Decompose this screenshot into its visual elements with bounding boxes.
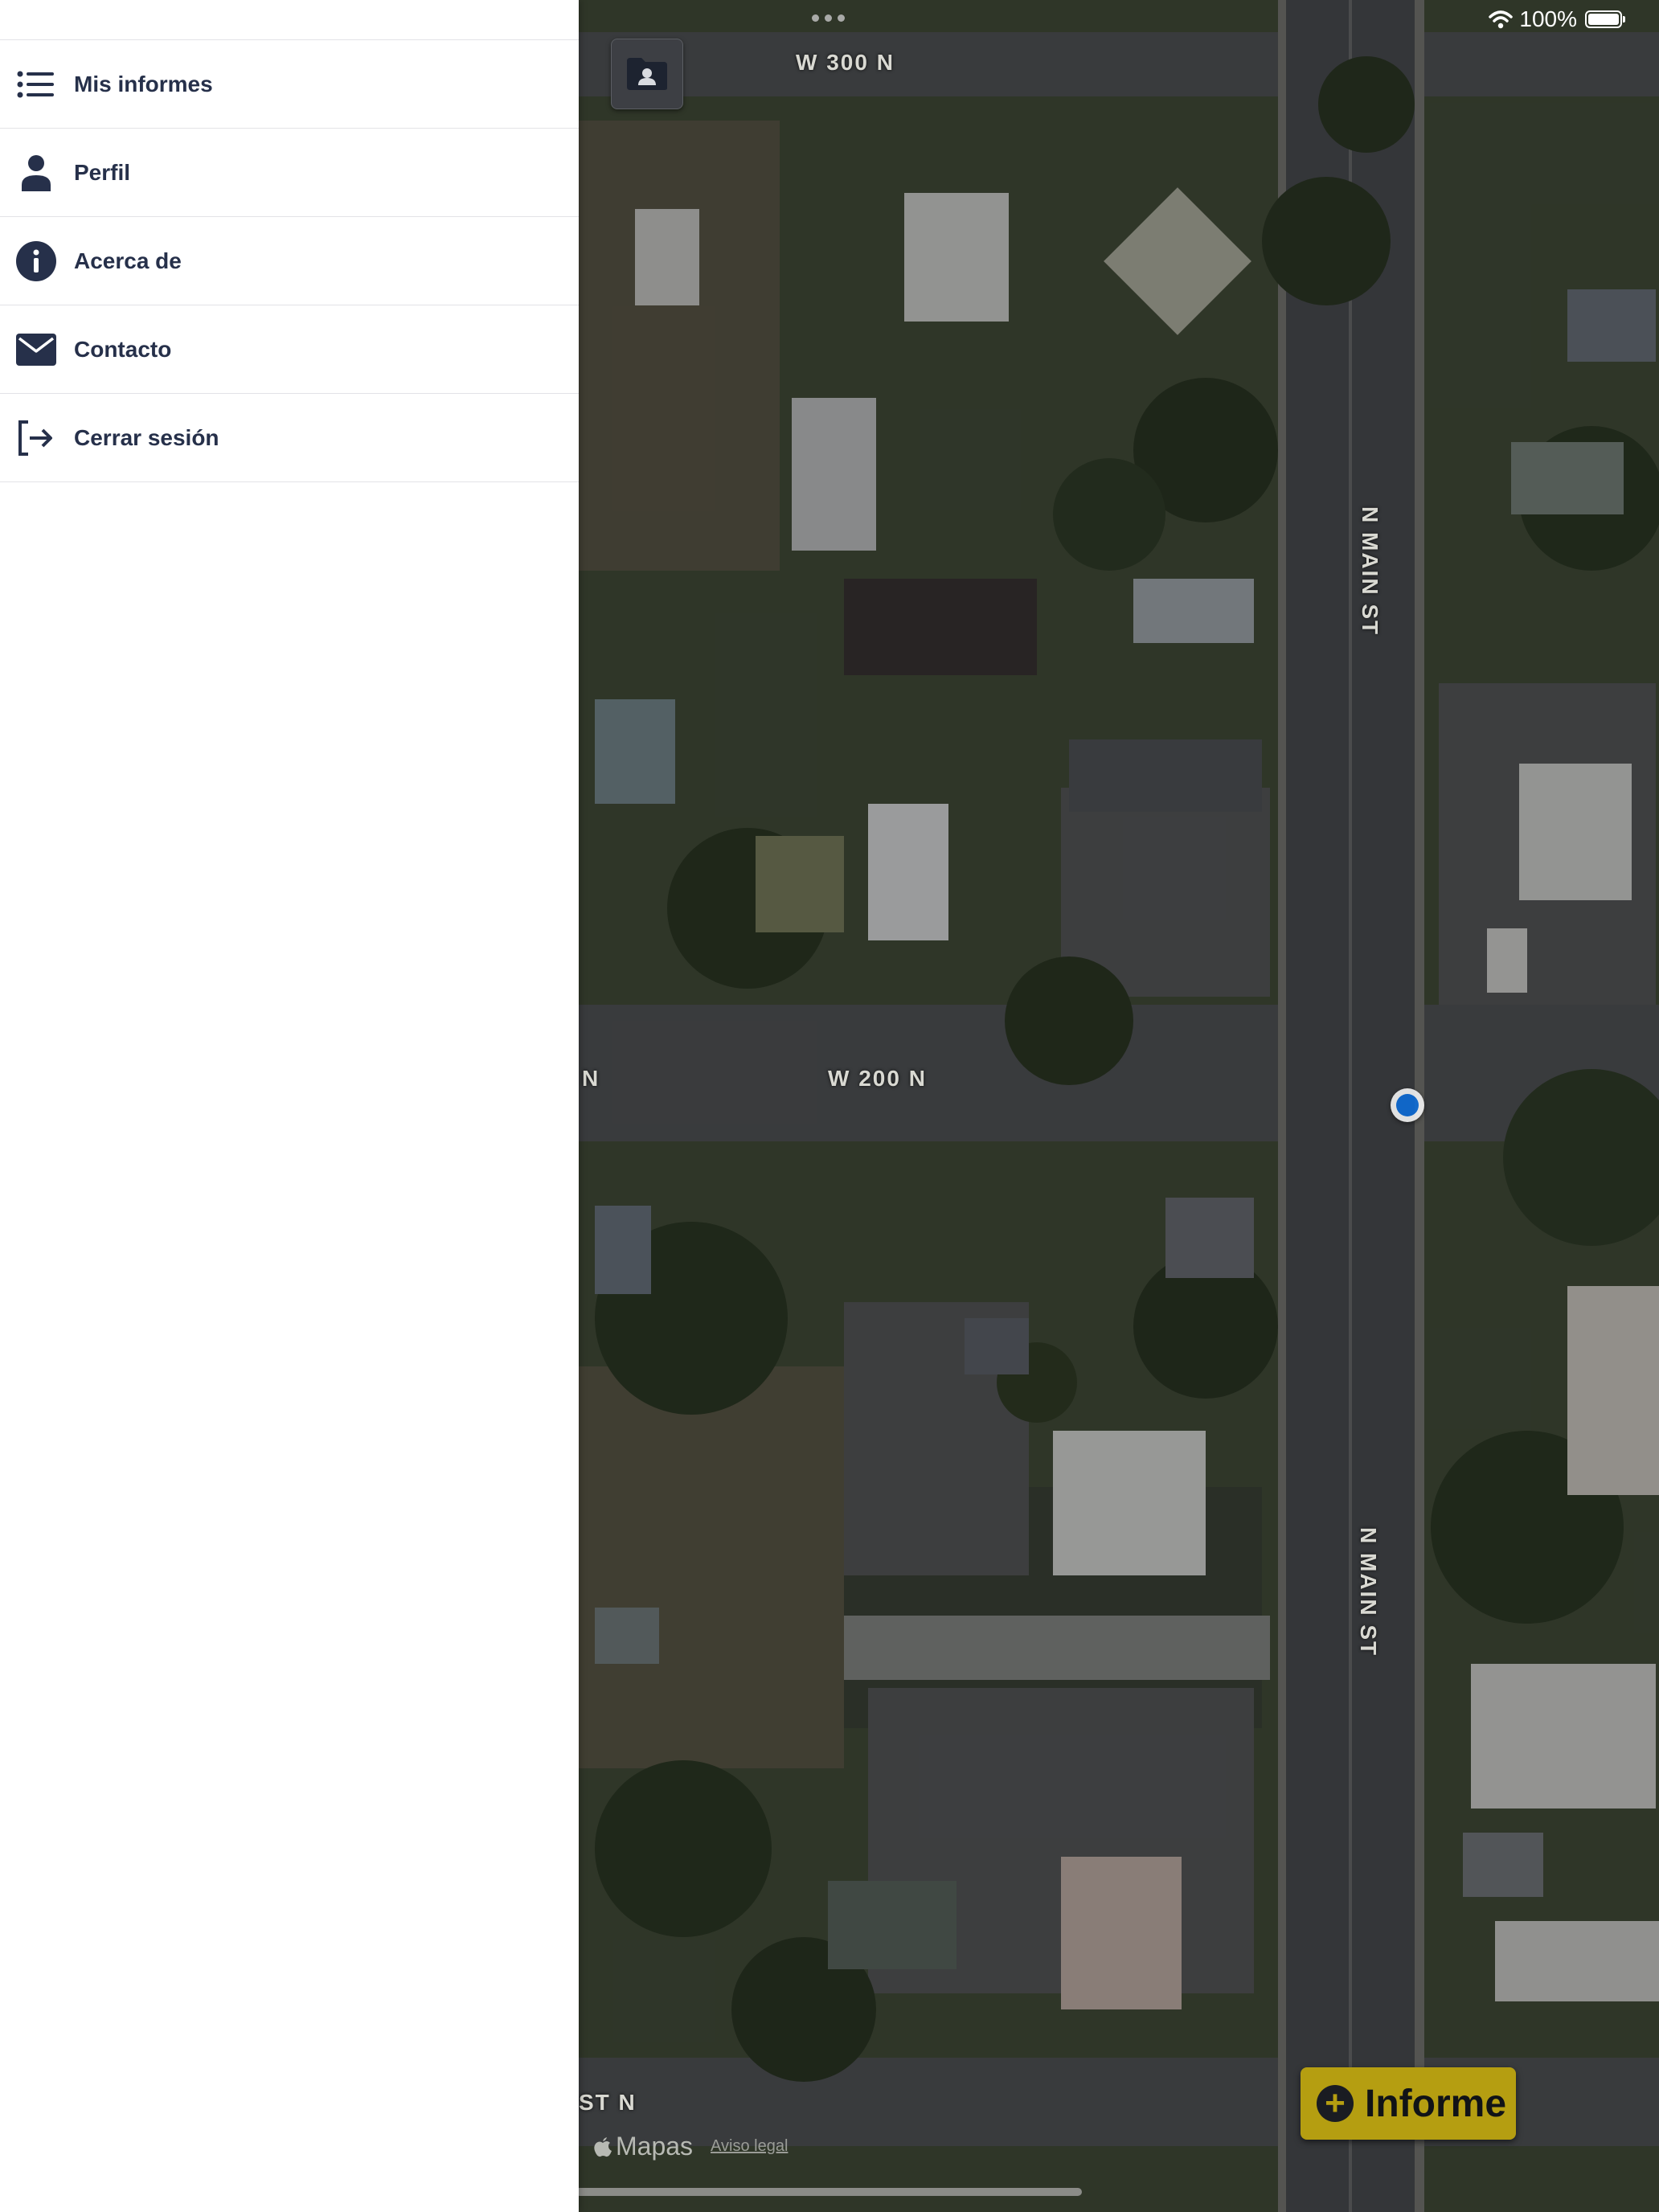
plus-icon: + xyxy=(1317,2085,1354,2122)
road-label-w300n: W 300 N xyxy=(796,50,895,75)
menu-item-label: Perfil xyxy=(74,159,131,185)
mail-icon xyxy=(16,330,56,370)
road-label-n-edge: N xyxy=(582,1066,600,1091)
person-icon xyxy=(16,153,56,193)
report-button-label: Informe xyxy=(1365,2082,1507,2125)
folder-button[interactable] xyxy=(611,39,683,109)
apple-logo-icon xyxy=(594,2136,612,2157)
road-label-main-st-upper: N MAIN ST xyxy=(1358,506,1382,637)
battery-icon xyxy=(1585,10,1625,28)
new-report-button[interactable]: + Informe xyxy=(1301,2067,1516,2140)
legal-link[interactable]: Aviso legal xyxy=(711,2137,788,2156)
status-bar: 100% xyxy=(1489,6,1625,32)
battery-percent: 100% xyxy=(1519,6,1577,31)
menu-item-label: Acerca de xyxy=(74,248,182,273)
menu-item-label: Mis informes xyxy=(74,71,213,96)
menu-item-mis-informes[interactable]: Mis informes xyxy=(0,40,579,129)
wifi-icon xyxy=(1489,10,1514,29)
home-indicator[interactable] xyxy=(576,2188,1082,2196)
menu-item-label: Cerrar sesión xyxy=(74,424,219,450)
side-menu: Mis informes Perfil Acerca de Contacto C… xyxy=(0,0,579,2212)
maps-attribution: Mapas Aviso legal xyxy=(593,2132,788,2161)
current-location-dot xyxy=(1391,1088,1424,1122)
menu-list: Mis informes Perfil Acerca de Contacto C… xyxy=(0,40,579,482)
road-label-w200n: W 200 N xyxy=(828,1066,927,1091)
menu-item-cerrar-sesion[interactable]: Cerrar sesión xyxy=(0,394,579,482)
logout-icon xyxy=(16,418,56,458)
multitasking-indicator[interactable] xyxy=(812,14,845,22)
list-icon xyxy=(16,64,56,104)
info-icon xyxy=(16,240,56,281)
road-label-st-n: ST N xyxy=(579,2090,637,2115)
maps-brand: Mapas xyxy=(616,2132,694,2161)
menu-item-label: Contacto xyxy=(74,336,172,362)
menu-item-perfil[interactable]: Perfil xyxy=(0,129,579,217)
road-label-main-st-lower: N MAIN ST xyxy=(1356,1527,1381,1657)
contact-folder-icon xyxy=(627,58,667,90)
menu-item-acerca-de[interactable]: Acerca de xyxy=(0,217,579,305)
menu-item-contacto[interactable]: Contacto xyxy=(0,305,579,394)
